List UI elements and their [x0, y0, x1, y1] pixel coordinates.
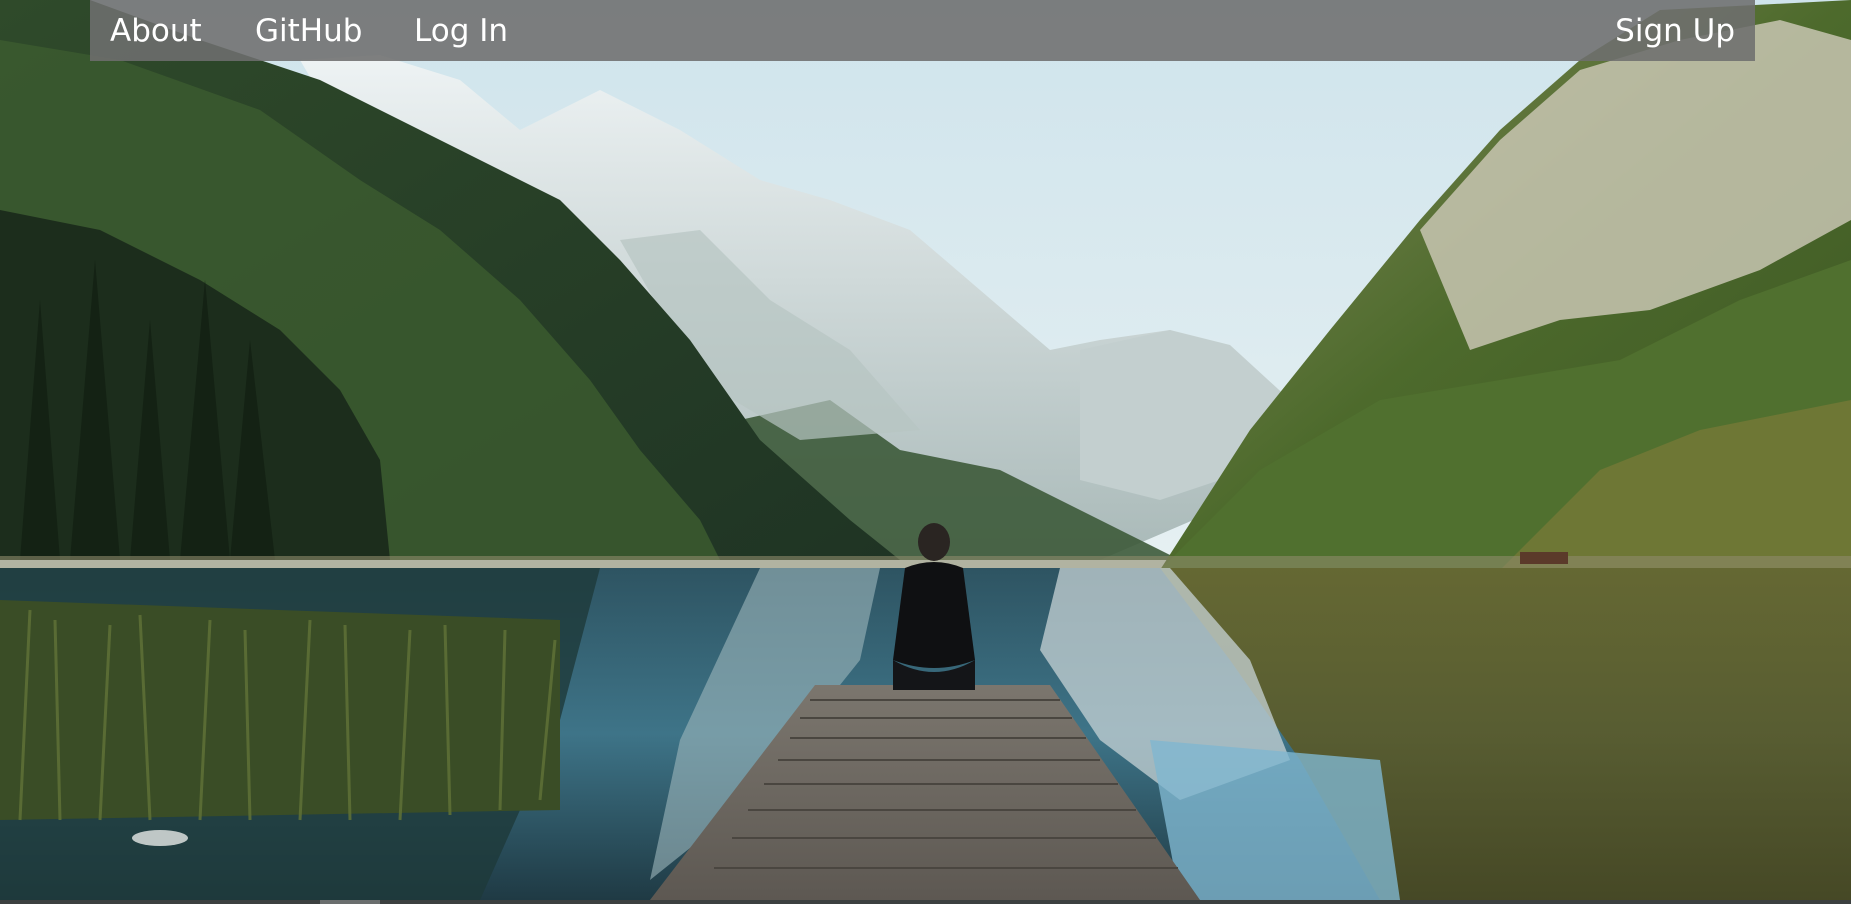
horizontal-scrollbar[interactable]	[0, 900, 1851, 904]
hero-background-image	[0, 0, 1851, 900]
top-navigation-bar: About GitHub Log In Sign Up	[90, 0, 1755, 61]
nav-link-github[interactable]: GitHub	[255, 0, 362, 61]
nav-link-signup[interactable]: Sign Up	[1615, 0, 1735, 61]
landing-page: About GitHub Log In Sign Up	[0, 0, 1851, 904]
nav-link-login[interactable]: Log In	[414, 0, 508, 61]
scrollbar-thumb[interactable]	[320, 900, 380, 904]
nav-link-about[interactable]: About	[110, 0, 202, 61]
